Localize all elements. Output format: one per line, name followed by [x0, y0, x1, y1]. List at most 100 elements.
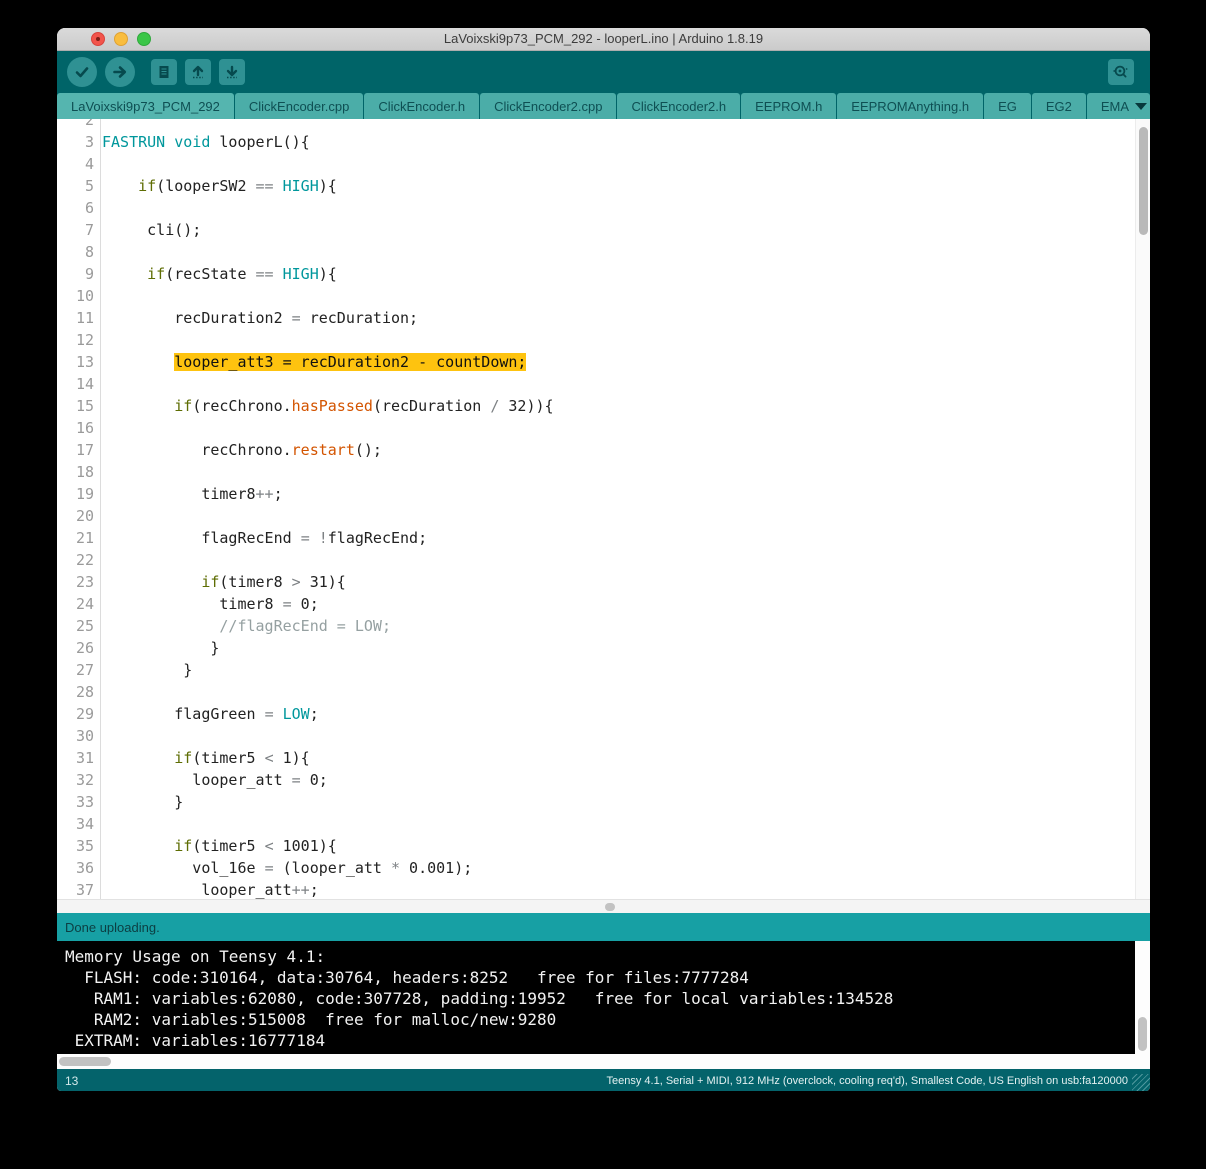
line-content	[100, 285, 102, 307]
check-icon	[73, 63, 91, 81]
line-number: 25	[75, 617, 94, 635]
line-number: 16	[75, 419, 94, 437]
line-number: 13	[75, 353, 94, 371]
line-content: looper_att3 = recDuration2 - countDown;	[174, 353, 527, 371]
line-number: 7	[84, 221, 94, 239]
serial-monitor-button[interactable]	[1108, 59, 1134, 85]
line-number: 10	[75, 287, 94, 305]
console-vertical-scrollbar[interactable]	[1135, 941, 1150, 1069]
line-number: 35	[75, 837, 94, 855]
upload-button[interactable]	[105, 57, 135, 87]
code-lines: 2 3 FASTRUN void looperL(){4 5 if(looperSW2…	[57, 119, 1135, 899]
line-content: if(recChrono.hasPassed(recDuration / 32)…	[174, 397, 554, 415]
tab-clickencoder-cpp[interactable]: ClickEncoder.cpp	[234, 93, 364, 119]
line-content	[100, 461, 102, 483]
line-content: if(looperSW2 == HIGH){	[138, 177, 337, 195]
code-line-37: 37 looper_att++;	[57, 879, 1135, 899]
line-content: //flagRecEnd = LOW;	[219, 617, 391, 635]
new-sketch-button[interactable]	[151, 59, 177, 85]
tab-eepromanything-h[interactable]: EEPROMAnything.h	[837, 93, 984, 119]
line-content: timer8 = 0;	[102, 595, 319, 613]
code-line-27: 27 }	[57, 659, 1135, 681]
code-line-34: 34	[57, 813, 1135, 835]
code-line-3: 3 FASTRUN void looperL(){	[57, 131, 1135, 153]
editor-vertical-scrollbar[interactable]	[1135, 119, 1150, 899]
line-number: 33	[75, 793, 94, 811]
title-bar: LaVoixski9p73_PCM_292 - looperL.ino | Ar…	[57, 28, 1150, 51]
line-number: 20	[75, 507, 94, 525]
tab-menu-chevron-down-icon[interactable]	[1135, 102, 1148, 110]
line-content	[100, 681, 102, 703]
line-number: 21	[75, 529, 94, 547]
line-number: 4	[84, 155, 94, 173]
zoom-window-button[interactable]	[137, 32, 151, 46]
tab-overflow[interactable]: EMA lecto	[1086, 93, 1150, 119]
line-content: if(timer5 < 1001){	[174, 837, 337, 855]
line-number: 29	[75, 705, 94, 723]
toolbar	[57, 51, 1150, 93]
code-line-14: 14	[57, 373, 1135, 395]
line-number: 28	[75, 683, 94, 701]
code-line-13: 13 looper_att3 = recDuration2 - countDow…	[57, 351, 1135, 373]
line-number: 8	[84, 243, 94, 261]
tab-eg[interactable]: EG	[984, 93, 1031, 119]
line-content: if(recState == HIGH){	[147, 265, 337, 283]
editor-horizontal-scrollbar[interactable]	[57, 899, 1150, 913]
resize-grip[interactable]	[1132, 1074, 1150, 1091]
tab-label-ema[interactable]: EMA	[1101, 99, 1129, 114]
line-content: recChrono.restart();	[102, 441, 382, 459]
tab-clickencoder2-cpp[interactable]: ClickEncoder2.cpp	[480, 93, 617, 119]
code-line-35: 35 if(timer5 < 1001){	[57, 835, 1135, 857]
line-content	[100, 813, 102, 835]
bottom-status-bar: 13 Teensy 4.1, Serial + MIDI, 912 MHz (o…	[57, 1069, 1150, 1091]
line-content: }	[102, 793, 184, 811]
code-line-36: 36 vol_16e = (looper_att * 0.001);	[57, 857, 1135, 879]
console-vscroll-thumb[interactable]	[1138, 1017, 1147, 1051]
line-content: recDuration2 = recDuration;	[102, 309, 419, 327]
line-number: 22	[75, 551, 94, 569]
tab-clickencoder2-h[interactable]: ClickEncoder2.h	[617, 93, 741, 119]
code-line-25: 25 //flagRecEnd = LOW;	[57, 615, 1135, 637]
line-content	[100, 373, 102, 395]
line-content: FASTRUN void looperL(){	[102, 133, 310, 151]
code-line-26: 26 }	[57, 637, 1135, 659]
tab-eeprom-h[interactable]: EEPROM.h	[741, 93, 837, 119]
code-line-2: 2	[57, 119, 1135, 131]
code-line-17: 17 recChrono.restart();	[57, 439, 1135, 461]
open-button[interactable]	[185, 59, 211, 85]
tab-bar: LaVoixski9p73_PCM_292 ClickEncoder.cpp Cli…	[57, 93, 1150, 119]
line-number: 24	[75, 595, 94, 613]
line-content: cli();	[102, 221, 202, 239]
line-content	[100, 329, 102, 351]
verify-button[interactable]	[67, 57, 97, 87]
editor-vscroll-thumb[interactable]	[1139, 127, 1148, 235]
console-horizontal-scrollbar[interactable]	[57, 1054, 1135, 1069]
code-editor[interactable]: 2 3 FASTRUN void looperL(){4 5 if(looperSW2…	[57, 119, 1150, 899]
line-number: 34	[75, 815, 94, 833]
tab-strip: LaVoixski9p73_PCM_292 ClickEncoder.cpp Cli…	[57, 93, 1087, 119]
line-number: 27	[75, 661, 94, 679]
line-number: 2	[84, 119, 94, 129]
tab-clickencoder-h[interactable]: ClickEncoder.h	[364, 93, 480, 119]
line-number: 12	[75, 331, 94, 349]
tab-lavoixski9p73-pcm-292[interactable]: LaVoixski9p73_PCM_292	[57, 93, 234, 119]
code-line-21: 21 flagRecEnd = !flagRecEnd;	[57, 527, 1135, 549]
line-number: 14	[75, 375, 94, 393]
tab-eg2[interactable]: EG2	[1031, 93, 1086, 119]
code-line-16: 16	[57, 417, 1135, 439]
line-number: 3	[84, 133, 94, 151]
minimize-window-button[interactable]	[114, 32, 128, 46]
close-window-button[interactable]	[91, 32, 105, 46]
document-icon	[156, 64, 172, 80]
window-title: LaVoixski9p73_PCM_292 - looperL.ino | Ar…	[443, 31, 764, 46]
code-line-12: 12	[57, 329, 1135, 351]
arrow-right-icon	[111, 63, 129, 81]
editor-hscroll-thumb[interactable]	[605, 903, 615, 911]
save-button[interactable]	[219, 59, 245, 85]
line-number: 26	[75, 639, 94, 657]
console-area: Memory Usage on Teensy 4.1: FLASH: code:…	[57, 941, 1150, 1069]
console-hscroll-thumb[interactable]	[59, 1057, 111, 1066]
line-content	[100, 549, 102, 571]
status-message-bar: Done uploading.	[57, 913, 1150, 941]
line-content: flagGreen = LOW;	[102, 705, 319, 723]
